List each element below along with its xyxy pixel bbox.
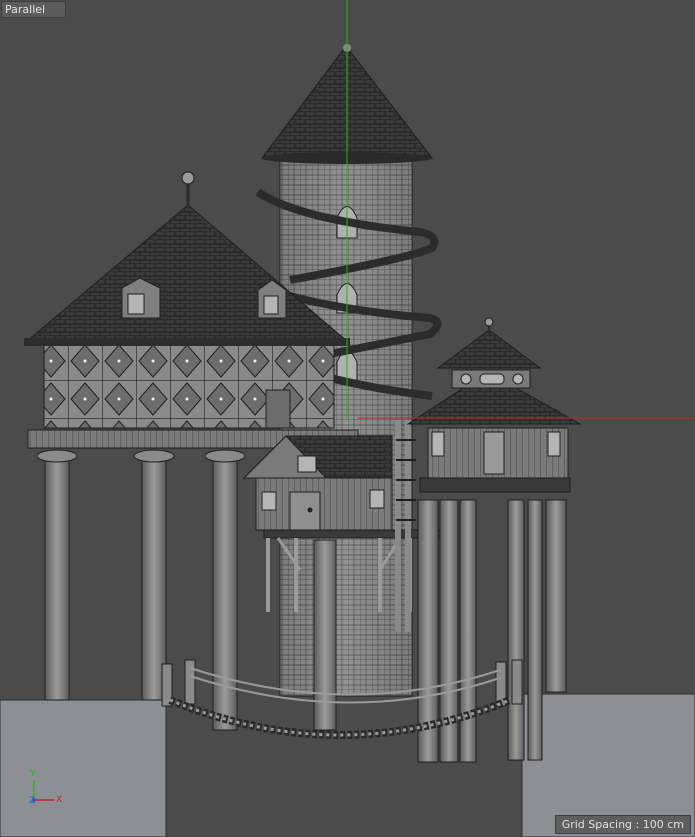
grid-spacing-label: Grid Spacing : 100 cm [554,815,691,834]
3d-viewport[interactable]: Y Z X Parallel Grid Spacing : 100 cm [0,0,695,837]
scene-render [0,0,695,837]
axis-y-label: Y [30,769,36,779]
axis-x-label: X [56,795,63,805]
axis-z-label: Z [29,796,36,806]
view-mode-label[interactable]: Parallel [1,1,66,18]
ground-left [0,699,167,837]
